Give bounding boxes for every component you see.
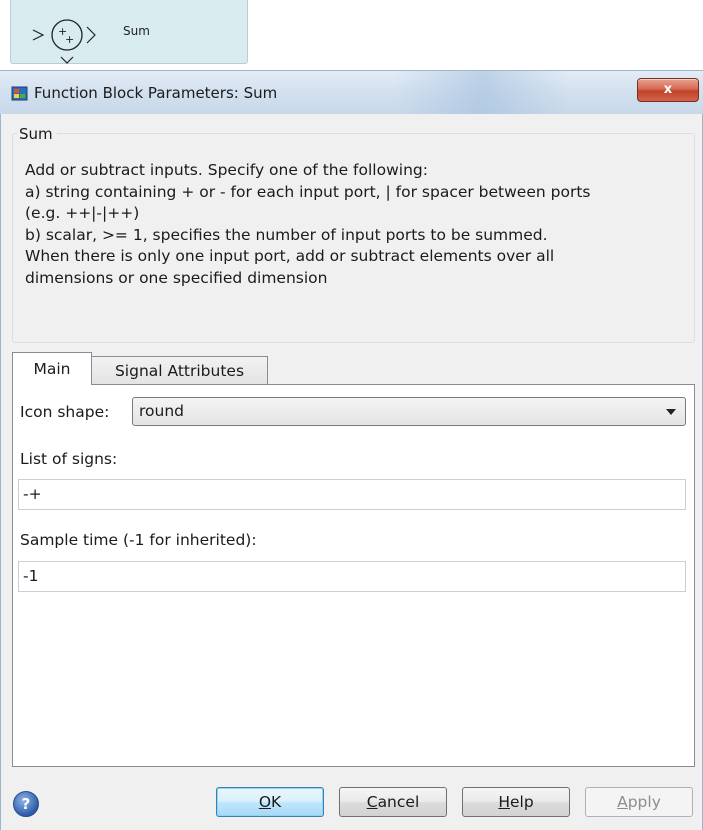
list-of-signs-label: List of signs: bbox=[20, 450, 118, 468]
block-description: Add or subtract inputs. Specify one of t… bbox=[25, 160, 690, 289]
list-of-signs-input[interactable]: -+ bbox=[18, 479, 686, 510]
close-button[interactable]: x bbox=[637, 78, 699, 102]
description-line: (e.g. ++|-|++) bbox=[25, 204, 140, 222]
help-mnemonic: H bbox=[498, 793, 510, 811]
description-line: b) scalar, >= 1, specifies the number of… bbox=[25, 225, 548, 244]
help-button[interactable]: Help bbox=[462, 787, 570, 817]
cancel-button[interactable]: Cancel bbox=[339, 787, 447, 817]
chevron-down-icon bbox=[666, 409, 676, 415]
description-line: dimensions or one specified dimension bbox=[25, 268, 328, 287]
close-icon: x bbox=[663, 82, 673, 97]
ok-button[interactable]: OK bbox=[216, 787, 324, 817]
dialog-title-bar[interactable]: Function Block Parameters: Sum x bbox=[0, 70, 703, 115]
title-bar-gloss bbox=[395, 71, 570, 115]
icon-shape-value: round bbox=[139, 402, 185, 420]
sum-block[interactable]: + + Sum bbox=[10, 0, 248, 64]
cancel-label: ancel bbox=[377, 793, 420, 811]
apply-mnemonic: A bbox=[617, 793, 628, 811]
help-label: elp bbox=[509, 793, 534, 811]
apply-button[interactable]: Apply bbox=[585, 787, 693, 817]
simulink-block-icon bbox=[11, 86, 28, 101]
question-mark-icon[interactable]: ? bbox=[13, 791, 39, 817]
icon-shape-label: Icon shape: bbox=[20, 403, 110, 421]
block-name-label: Sum bbox=[123, 24, 150, 38]
svg-text:+: + bbox=[65, 33, 74, 46]
group-legend: Sum bbox=[17, 125, 57, 143]
description-line: a) string containing + or - for each inp… bbox=[25, 182, 591, 201]
tab-signal-attributes[interactable]: Signal Attributes bbox=[92, 356, 268, 385]
description-line: Add or subtract inputs. Specify one of t… bbox=[25, 161, 428, 179]
sum-block-icon: + + bbox=[32, 19, 96, 64]
cancel-mnemonic: C bbox=[366, 793, 378, 811]
icon-shape-select[interactable]: round bbox=[132, 397, 686, 426]
description-line: When there is only one input port, add o… bbox=[25, 247, 555, 265]
ok-mnemonic: O bbox=[258, 793, 272, 811]
sample-time-label: Sample time (-1 for inherited): bbox=[20, 531, 257, 549]
apply-label: pply bbox=[627, 793, 661, 811]
ok-label: K bbox=[271, 793, 282, 811]
sample-time-input[interactable]: -1 bbox=[18, 561, 686, 592]
dialog-title: Function Block Parameters: Sum bbox=[34, 84, 278, 102]
tab-main[interactable]: Main bbox=[12, 352, 92, 385]
